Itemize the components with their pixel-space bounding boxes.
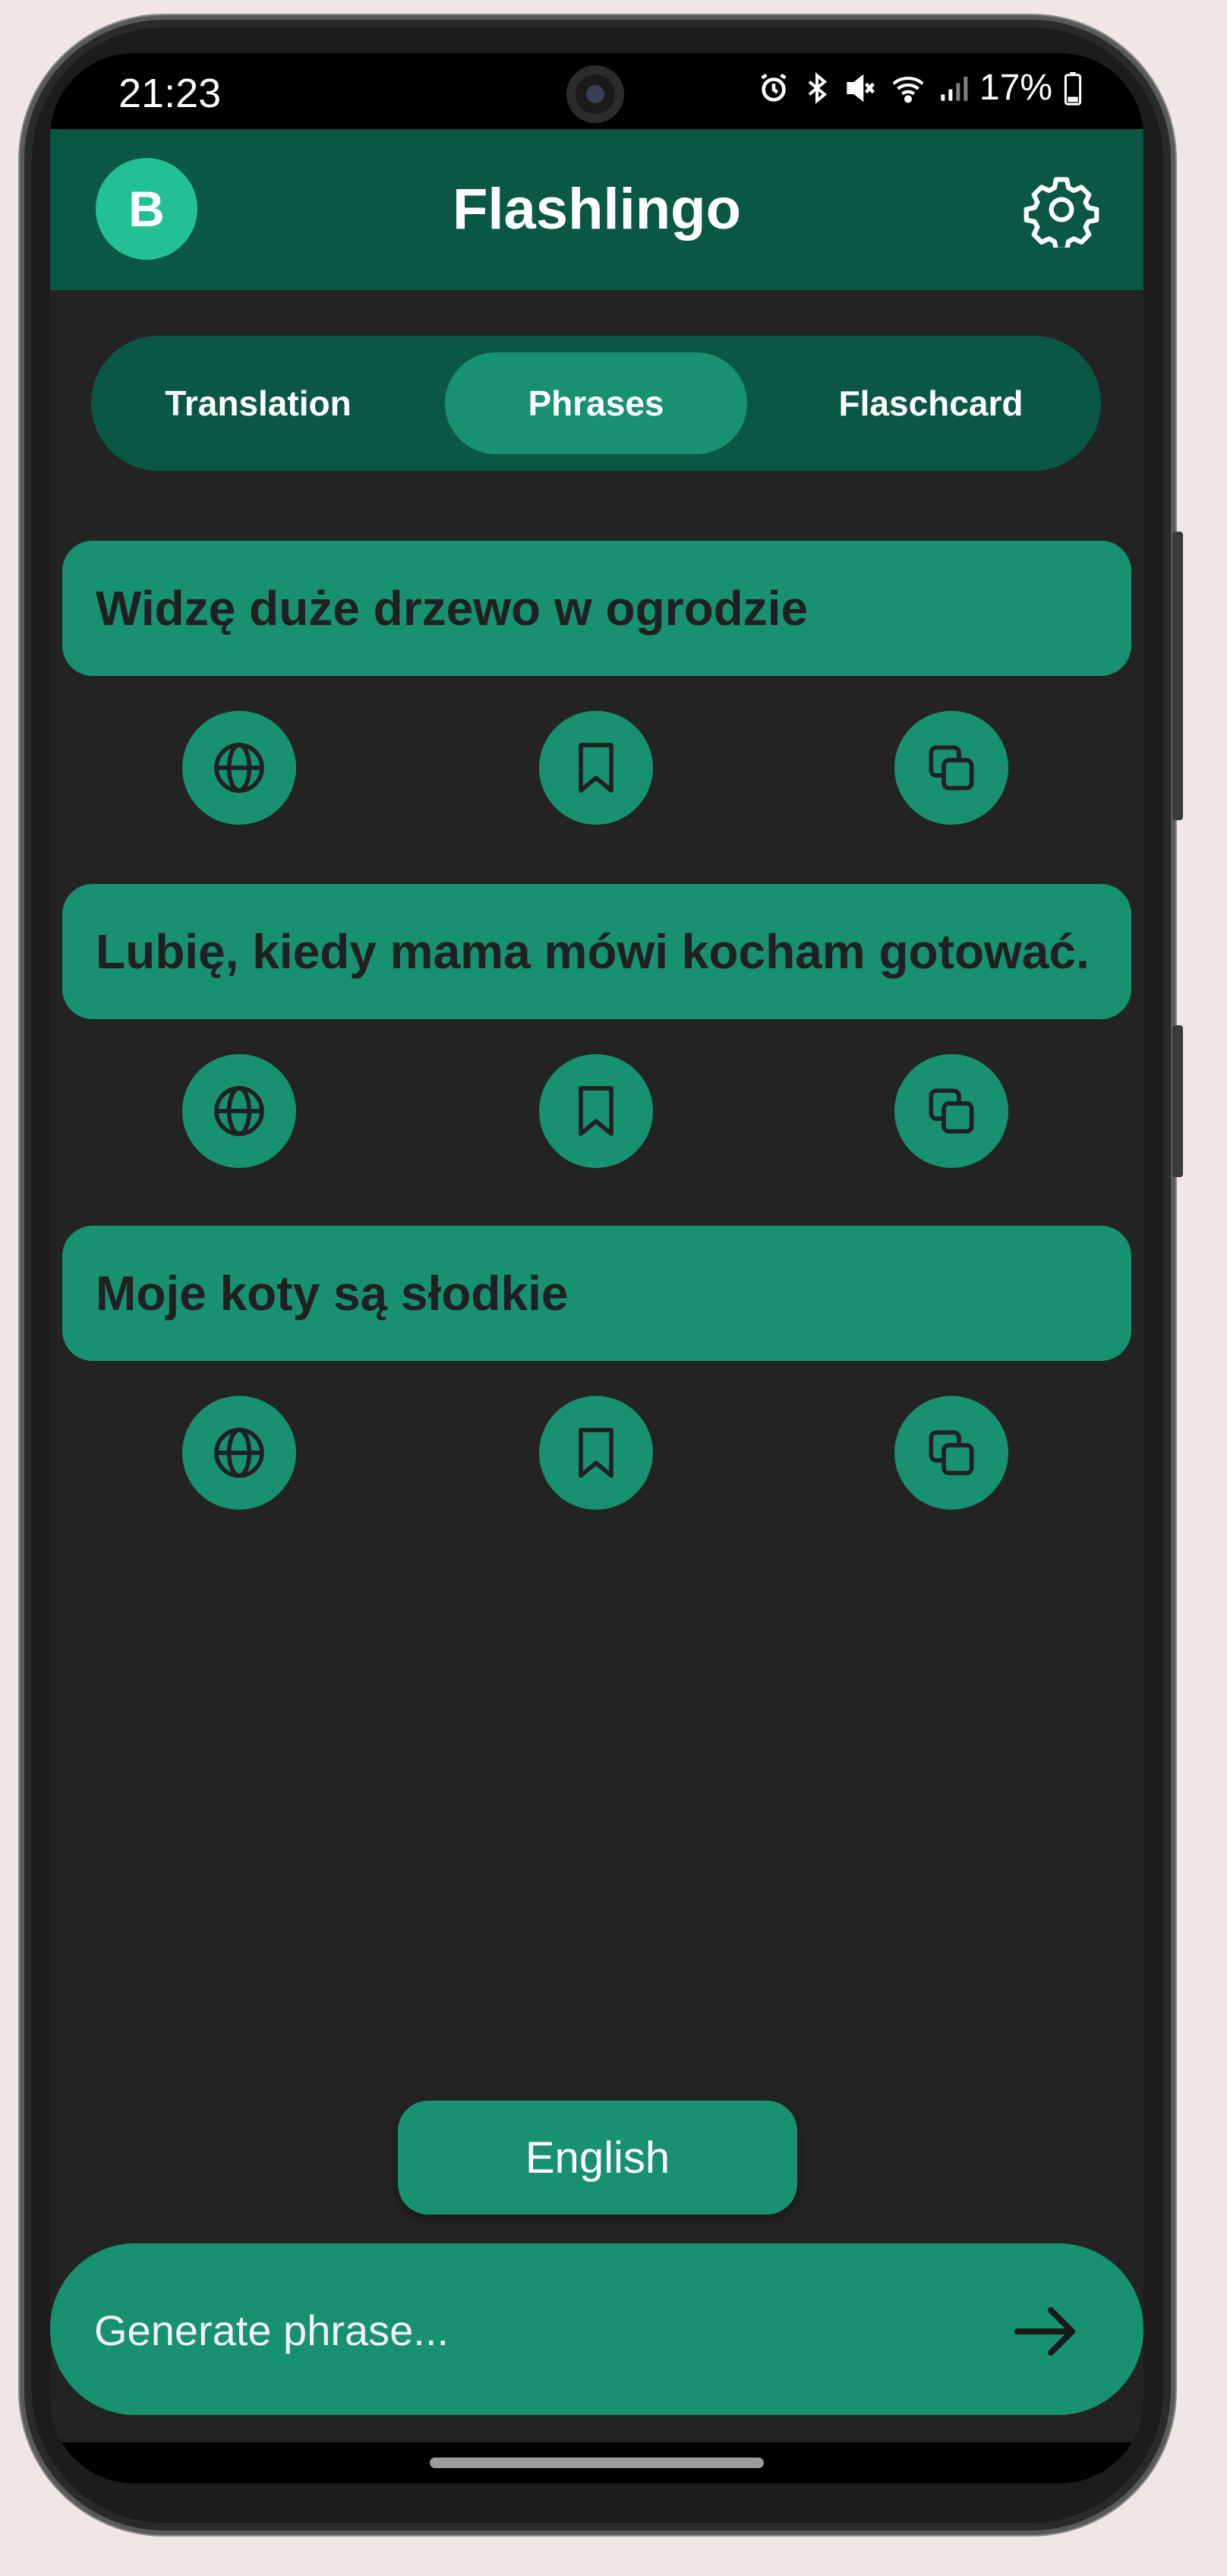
- globe-icon: [214, 743, 264, 793]
- tab-flashcard[interactable]: Flaschcard: [771, 352, 1090, 454]
- alarm-icon: [761, 73, 787, 102]
- tab-translation[interactable]: Translation: [99, 352, 418, 454]
- globe-icon: [214, 1428, 264, 1478]
- copy-button[interactable]: [894, 1054, 1008, 1168]
- phrase-card[interactable]: Widzę duże drzewo w ogrodzie: [62, 541, 1131, 676]
- signal-icon: [941, 76, 968, 101]
- bookmark-button[interactable]: [539, 1054, 653, 1168]
- bookmark-button[interactable]: [539, 1396, 653, 1510]
- copy-icon: [929, 1430, 974, 1476]
- copy-icon: [929, 1088, 974, 1134]
- copy-button[interactable]: [894, 1396, 1008, 1510]
- bookmark-icon: [579, 1428, 614, 1478]
- bluetooth-icon: [808, 71, 828, 104]
- status-time: 21:23: [118, 71, 222, 116]
- power-button: [1172, 1025, 1183, 1177]
- bookmark-button[interactable]: [539, 711, 653, 825]
- wifi-icon: [892, 76, 924, 103]
- battery-percent: 17%: [979, 68, 1052, 108]
- tab-phrases[interactable]: Phrases: [445, 352, 747, 454]
- generate-phrase-input[interactable]: [93, 2287, 931, 2372]
- generate-bar: [50, 2243, 1143, 2415]
- status-icons: 17%: [756, 67, 1083, 109]
- app-header: B Flashlingo: [50, 129, 1143, 290]
- tab-bar: Translation Phrases Flaschcard: [91, 336, 1101, 471]
- app-title: Flashlingo: [453, 177, 741, 242]
- phrase-card[interactable]: Lubię, kiedy mama mówi kocham gotować.: [62, 884, 1131, 1019]
- copy-icon: [929, 745, 974, 791]
- battery-icon: [1064, 71, 1082, 106]
- screen: 21:23 17% B Flashlingo Translation Phras…: [50, 53, 1143, 2483]
- language-button[interactable]: English: [398, 2101, 797, 2215]
- bookmark-icon: [579, 743, 614, 793]
- globe-icon: [214, 1086, 264, 1136]
- translate-button[interactable]: [182, 1396, 296, 1510]
- home-indicator[interactable]: [430, 2458, 764, 2468]
- translate-button[interactable]: [182, 711, 296, 825]
- bookmark-icon: [579, 1086, 614, 1136]
- translate-button[interactable]: [182, 1054, 296, 1168]
- gear-icon[interactable]: [1024, 172, 1099, 248]
- volume-button: [1172, 532, 1183, 820]
- front-camera: [566, 65, 624, 123]
- copy-button[interactable]: [894, 711, 1008, 825]
- phrase-card[interactable]: Moje koty są słodkie: [62, 1226, 1131, 1361]
- status-bar: 21:23 17%: [50, 53, 1143, 129]
- mute-icon: [847, 74, 875, 102]
- arrow-right-icon[interactable]: [1008, 2295, 1081, 2368]
